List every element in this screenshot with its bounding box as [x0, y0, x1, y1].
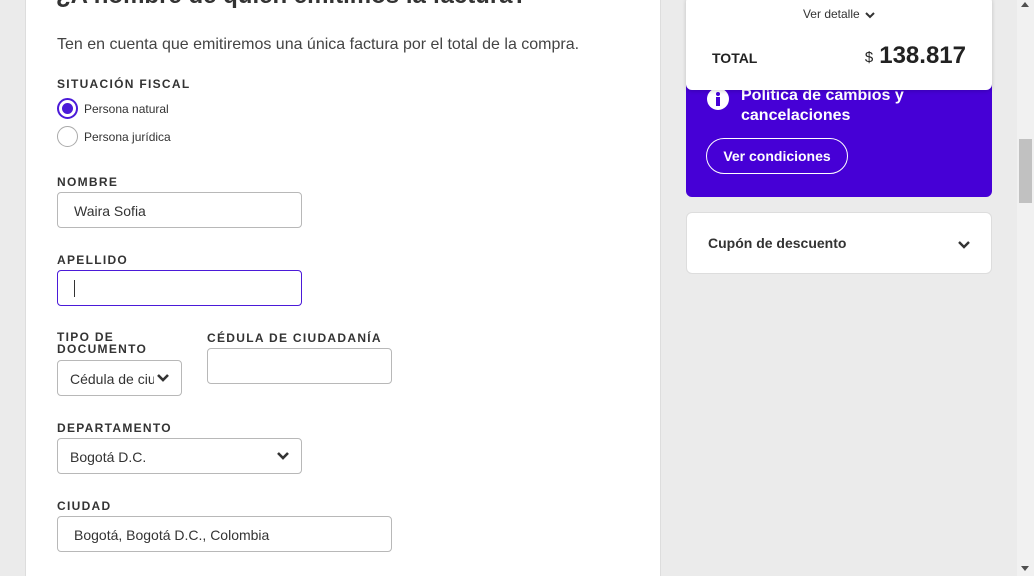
departamento-value: Bogotá D.C.	[70, 449, 147, 465]
radio-label-persona-juridica: Persona jurídica	[84, 130, 171, 144]
scroll-up-arrow-icon[interactable]	[1021, 2, 1029, 7]
total-amount: $138.817	[865, 42, 966, 70]
nombre-input[interactable]: Waira Sofia	[57, 192, 302, 228]
scroll-down-arrow-icon[interactable]	[1021, 566, 1029, 571]
policy-title: Política de cambios y cancelaciones	[741, 87, 904, 124]
ver-condiciones-button[interactable]: Ver condiciones	[706, 138, 848, 174]
tipo-documento-select[interactable]: Cédula de ciudadanía	[57, 360, 182, 396]
apellido-label: APELLIDO	[57, 253, 129, 267]
tipo-documento-label-line2: DOCUMENTO	[57, 342, 148, 356]
nombre-label: NOMBRE	[57, 175, 119, 189]
scroll-thumb[interactable]	[1019, 139, 1032, 203]
radio-persona-natural[interactable]: Persona natural	[57, 98, 169, 119]
ciudad-label: CIUDAD	[57, 499, 112, 513]
coupon-label: Cupón de descuento	[708, 235, 847, 251]
form-subtitle: Ten en cuenta que emitiremos una única f…	[57, 36, 580, 53]
chevron-down-icon	[277, 452, 289, 460]
tipo-documento-label: TIPO DE DOCUMENTO	[57, 331, 147, 355]
ver-detalle-link[interactable]: Ver detalle	[686, 7, 992, 21]
chevron-down-icon	[157, 374, 169, 382]
radio-persona-juridica[interactable]: Persona jurídica	[57, 126, 171, 147]
currency-symbol: $	[864, 49, 874, 66]
vertical-scrollbar[interactable]	[1017, 0, 1034, 576]
cedula-input[interactable]	[207, 348, 392, 384]
cedula-label: CÉDULA DE CIUDADANÍA	[207, 331, 382, 345]
total-label: TOTAL	[712, 50, 758, 66]
ciudad-input[interactable]: Bogotá, Bogotá D.C., Colombia	[57, 516, 392, 552]
apellido-input[interactable]	[57, 270, 302, 306]
tipo-documento-value: Cédula de ciudadanía	[70, 371, 154, 387]
chevron-down-icon	[865, 12, 875, 19]
situacion-fiscal-label: SITUACIÓN FISCAL	[57, 77, 191, 91]
form-title: ¿A nombre de quién emitimos la factura?	[56, 0, 527, 8]
ver-detalle-label: Ver detalle	[802, 7, 860, 21]
order-summary-card: Ver detalle TOTAL $138.817	[686, 0, 992, 90]
info-icon	[707, 88, 729, 110]
departamento-select[interactable]: Bogotá D.C.	[57, 438, 302, 474]
chevron-down-icon[interactable]	[957, 239, 971, 251]
radio-checked-icon[interactable]	[57, 98, 78, 119]
radio-label-persona-natural: Persona natural	[84, 102, 169, 116]
billing-form-panel: ¿A nombre de quién emitimos la factura? …	[25, 0, 661, 576]
departamento-label: DEPARTAMENTO	[57, 421, 172, 435]
radio-unchecked-icon[interactable]	[57, 126, 78, 147]
coupon-accordion[interactable]: Cupón de descuento	[686, 212, 992, 274]
total-value: 138.817	[879, 42, 966, 69]
text-cursor	[74, 280, 75, 297]
